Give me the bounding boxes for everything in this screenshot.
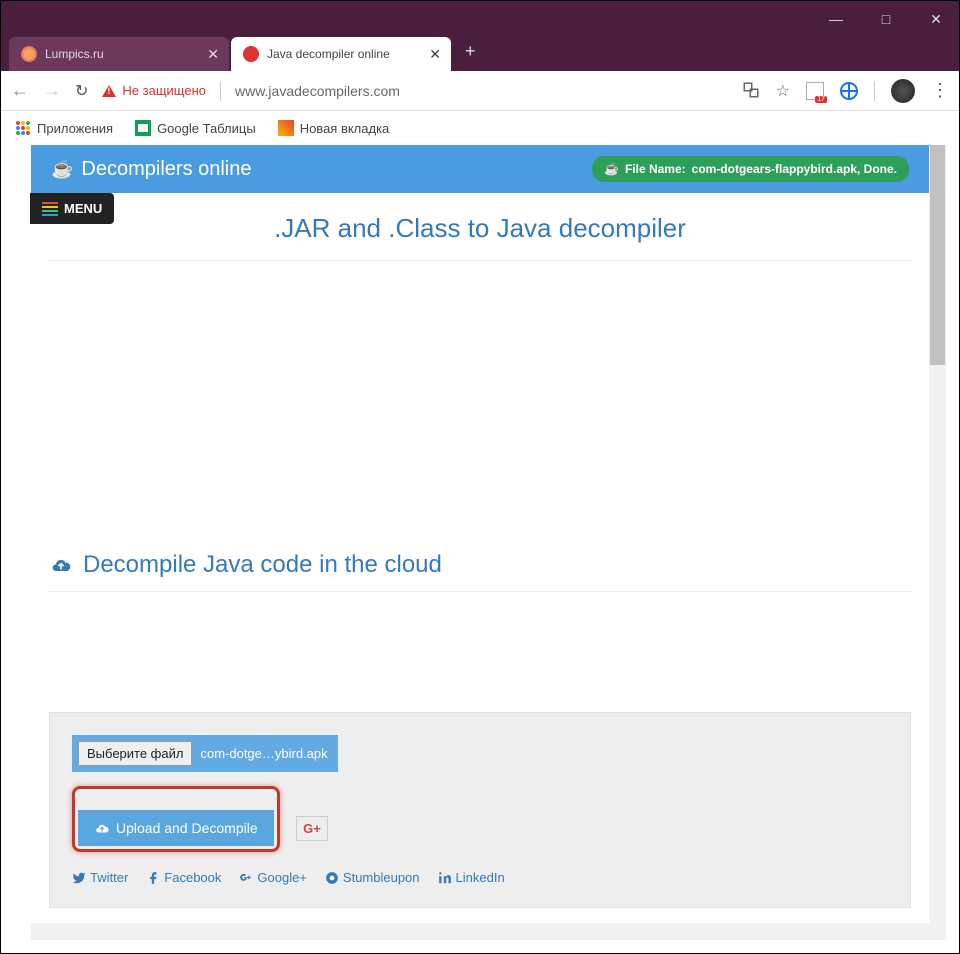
divider xyxy=(874,81,875,101)
back-button[interactable]: ← xyxy=(11,80,29,101)
page-title: .JAR and .Class to Java decompiler xyxy=(49,205,911,261)
address-bar: ← → ↻ Не защищено www.javadecompilers.co… xyxy=(1,71,959,111)
warning-icon xyxy=(102,85,116,97)
choose-file-button[interactable]: Выберите файл xyxy=(78,741,192,766)
window-controls: — □ ✕ xyxy=(821,11,951,28)
bookmark-newtab[interactable]: Новая вкладка xyxy=(278,120,390,136)
apps-icon xyxy=(15,120,31,136)
social-google-plus[interactable]: Google+ xyxy=(239,870,307,885)
divider xyxy=(220,81,221,101)
close-icon[interactable]: ✕ xyxy=(207,46,219,63)
tab-lumpics[interactable]: Lumpics.ru ✕ xyxy=(9,37,229,71)
upload-card: Выберите файл com-dotge…ybird.apk Upload… xyxy=(49,712,911,908)
translate-icon[interactable] xyxy=(742,81,760,99)
section-heading: Decompile Java code in the cloud xyxy=(49,551,911,592)
address-bar-actions: ☆ ⋮ xyxy=(742,79,949,103)
brand-text: Decompilers online xyxy=(81,158,251,181)
page-content: .JAR and .Class to Java decompiler Decom… xyxy=(31,193,929,940)
star-icon[interactable]: ☆ xyxy=(776,81,790,101)
tab-java-decompiler[interactable]: Java decompiler online ✕ xyxy=(231,37,451,71)
bottom-box xyxy=(49,926,911,940)
cloud-upload-icon xyxy=(94,820,110,836)
bookmark-label: Новая вкладка xyxy=(300,121,390,136)
upload-button-label: Upload and Decompile xyxy=(116,820,258,836)
cloud-upload-icon xyxy=(49,552,73,578)
menu-icon[interactable]: ⋮ xyxy=(931,80,949,101)
favicon-java xyxy=(243,46,259,62)
maximize-button[interactable]: □ xyxy=(871,11,901,28)
close-button[interactable]: ✕ xyxy=(921,11,951,28)
highlight-ring: Upload and Decompile xyxy=(72,786,280,852)
browser-titlebar: Lumpics.ru ✕ Java decompiler online ✕ + … xyxy=(1,1,959,71)
sheets-icon xyxy=(135,120,151,136)
bookmark-label: Google Таблицы xyxy=(157,121,256,136)
scrollbar-vertical[interactable] xyxy=(930,145,945,365)
page-viewport: ☕ Decompilers online ☕ File Name: com-do… xyxy=(31,145,946,940)
close-icon[interactable]: ✕ xyxy=(429,46,441,63)
extension-icon[interactable] xyxy=(806,82,824,100)
file-input-row[interactable]: Выберите файл com-dotge…ybird.apk xyxy=(72,735,338,772)
bookmarks-bar: Приложения Google Таблицы Новая вкладка xyxy=(1,111,959,145)
minimize-button[interactable]: — xyxy=(821,11,851,28)
tab-title: Java decompiler online xyxy=(267,47,390,61)
new-tab-button[interactable]: + xyxy=(453,41,488,62)
status-file: com-dotgears-flappybird.apk, Done. xyxy=(692,162,897,176)
newtab-icon xyxy=(278,120,294,136)
side-menu-button[interactable]: MENU xyxy=(30,193,114,224)
social-links: Twitter Facebook Google+ Stumbleupon Lin… xyxy=(72,870,888,885)
tab-title: Lumpics.ru xyxy=(45,47,104,61)
social-linkedin[interactable]: LinkedIn xyxy=(438,870,505,885)
menu-label: MENU xyxy=(64,201,102,216)
burger-icon xyxy=(42,202,58,216)
forward-button[interactable]: → xyxy=(43,80,61,101)
security-indicator[interactable]: Не защищено xyxy=(102,83,206,98)
social-facebook[interactable]: Facebook xyxy=(146,870,221,885)
tab-strip: Lumpics.ru ✕ Java decompiler online ✕ + xyxy=(9,35,488,71)
coffee-icon: ☕ xyxy=(604,162,619,176)
status-prefix: File Name: xyxy=(625,162,686,176)
site-brand[interactable]: ☕ Decompilers online xyxy=(51,158,252,181)
coffee-icon: ☕ xyxy=(51,159,73,180)
globe-icon[interactable] xyxy=(840,82,858,100)
site-header: ☕ Decompilers online ☕ File Name: com-do… xyxy=(31,145,929,193)
security-text: Не защищено xyxy=(122,83,206,98)
upload-status-pill: ☕ File Name: com-dotgears-flappybird.apk… xyxy=(592,156,909,182)
bookmark-label: Приложения xyxy=(37,121,113,136)
section-heading-text: Decompile Java code in the cloud xyxy=(83,551,442,579)
google-plus-badge[interactable]: G+ xyxy=(296,816,328,841)
favicon-lumpics xyxy=(21,46,37,62)
profile-avatar[interactable] xyxy=(891,79,915,103)
reload-button[interactable]: ↻ xyxy=(75,81,88,101)
url-field[interactable]: www.javadecompilers.com xyxy=(235,83,728,99)
upload-decompile-button[interactable]: Upload and Decompile xyxy=(78,810,274,846)
social-stumbleupon[interactable]: Stumbleupon xyxy=(325,870,420,885)
bookmark-sheets[interactable]: Google Таблицы xyxy=(135,120,256,136)
social-twitter[interactable]: Twitter xyxy=(72,870,128,885)
selected-file-name: com-dotge…ybird.apk xyxy=(200,746,327,761)
bookmark-apps[interactable]: Приложения xyxy=(15,120,113,136)
